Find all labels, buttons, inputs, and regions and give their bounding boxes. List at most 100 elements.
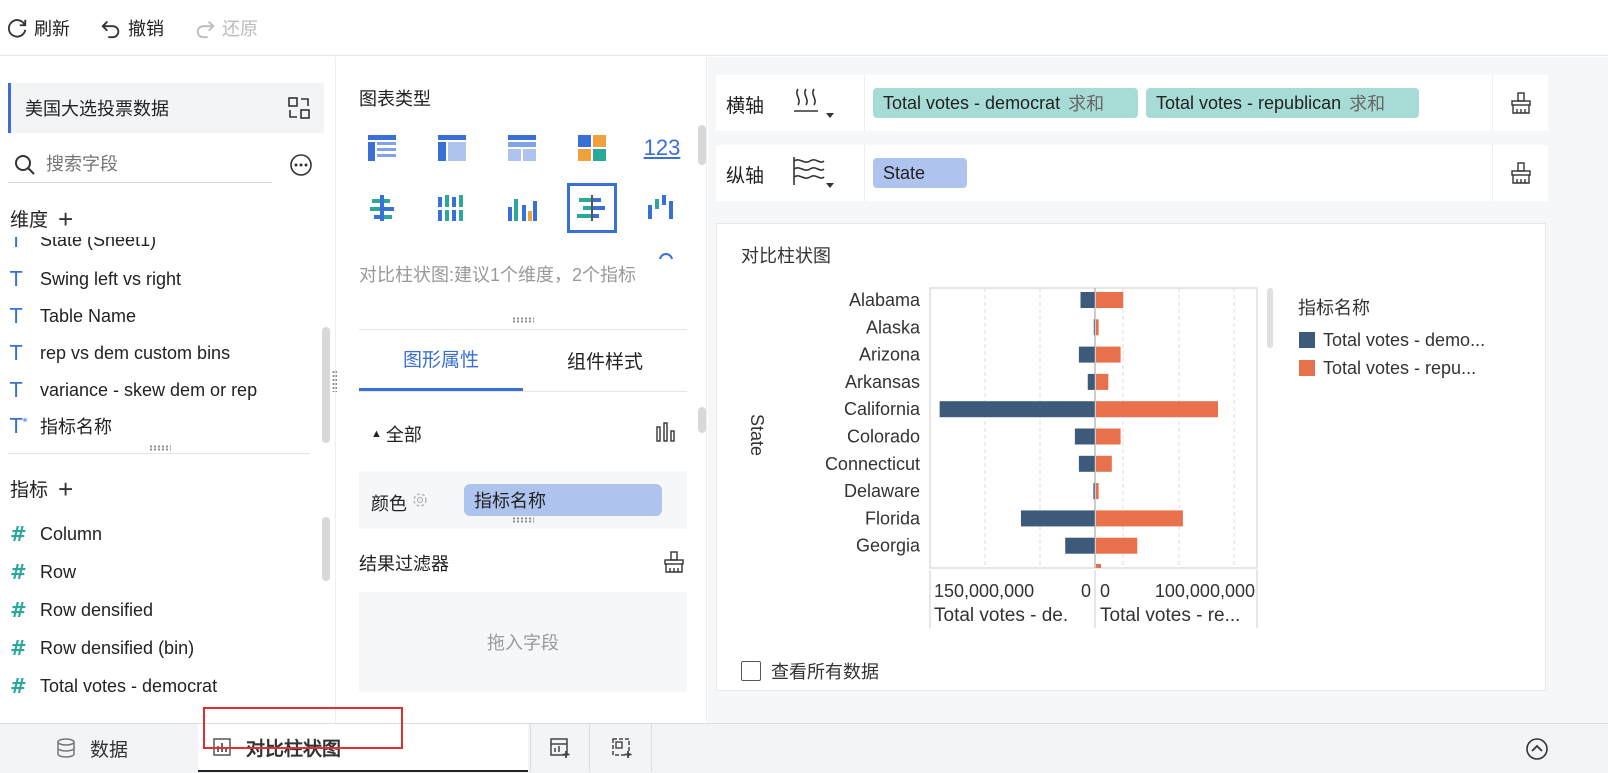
filter-drop-zone[interactable]: 拖入字段	[359, 592, 687, 692]
redo-button[interactable]: 还原	[194, 15, 258, 41]
y-axis-sort-icon[interactable]	[790, 155, 836, 191]
splitter-handle[interactable]	[512, 317, 534, 323]
field-search	[8, 147, 272, 183]
bar-chart-settings-icon[interactable]	[655, 421, 677, 443]
measure-item[interactable]: # Row densified	[10, 595, 153, 625]
waterfall-chart-icon[interactable]	[637, 183, 687, 233]
hash-icon: #	[10, 598, 27, 622]
gear-icon[interactable]	[411, 491, 429, 509]
add-measure-icon[interactable]: +	[58, 476, 73, 502]
more-chart-icons	[359, 253, 679, 259]
x-field-pill[interactable]: Total votes - republican 求和	[1146, 88, 1419, 118]
bar-republican	[1096, 483, 1099, 500]
chart-hint: 对比柱状图:建议1个维度，2个指标	[359, 265, 637, 285]
bar-republican	[1096, 292, 1124, 308]
x-axis-clear-button[interactable]	[1492, 75, 1548, 131]
result-filter-title: 结果过滤器	[359, 554, 449, 574]
legend-title: 指标名称	[1298, 298, 1370, 318]
category-label: Connecticut	[825, 454, 920, 474]
group-table-chart-icon[interactable]	[427, 123, 477, 173]
column-chart-icon[interactable]	[497, 183, 547, 233]
caret-down-icon: ▲	[371, 428, 382, 440]
checkbox[interactable]	[741, 661, 761, 681]
cross-table-chart-icon[interactable]	[497, 123, 547, 173]
x-axis-sort-icon[interactable]	[790, 85, 836, 121]
add-component-button[interactable]	[530, 724, 590, 772]
y-axis-title: State	[747, 414, 767, 456]
refresh-button[interactable]: 刷新	[6, 15, 70, 41]
tab-graphic-properties[interactable]: 图形属性	[359, 329, 523, 391]
refresh-icon	[8, 19, 27, 38]
category-label: Alaska	[866, 317, 921, 337]
y-field-pill[interactable]: State	[873, 158, 967, 188]
switch-dataset-icon[interactable]	[286, 95, 312, 121]
more-options-icon[interactable]	[289, 153, 313, 177]
all-section-toggle[interactable]: ▲ 全部	[371, 421, 422, 447]
dimension-item[interactable]: T Swing left vs right	[10, 264, 181, 294]
tab-component-style[interactable]: 组件样式	[523, 329, 687, 391]
bar-republican-partial	[1096, 564, 1101, 568]
property-scrollbar[interactable]	[698, 407, 706, 433]
bar-republican	[1096, 428, 1121, 445]
measure-item[interactable]: # Total votes - democrat	[10, 671, 217, 701]
view-all-data-checkbox[interactable]: 查看所有数据	[741, 658, 879, 684]
dimension-item[interactable]: T State (Sheet1)	[10, 237, 156, 255]
measure-item[interactable]: # Column	[10, 519, 102, 549]
undo-button[interactable]: 撤销	[100, 15, 164, 41]
dimension-item[interactable]: T* 指标名称	[10, 411, 112, 437]
kpi-chart-icon[interactable]: 123	[637, 123, 687, 173]
text-star-icon: T*	[10, 414, 28, 437]
hash-icon: #	[10, 636, 27, 660]
bar-democrat	[1078, 346, 1095, 363]
y-axis-drop-zone[interactable]: State	[864, 145, 1492, 201]
collapse-up-icon[interactable]	[1525, 737, 1549, 761]
chart-card: 对比柱状图 Alabama Alaska Arizona Arkansas Califo…	[716, 223, 1546, 691]
dimension-item[interactable]: Trep vs dem custom bins	[10, 338, 230, 368]
add-chart-icon	[550, 738, 570, 758]
x-axis-drop-zone[interactable]: Total votes - democrat 求和 Total votes - r…	[864, 75, 1492, 131]
tab-data-label: 数据	[90, 739, 129, 761]
splitter-handle[interactable]	[512, 517, 534, 523]
measure-item[interactable]: # Row	[10, 557, 76, 587]
database-icon	[57, 738, 75, 758]
dimension-item[interactable]: Tvariance - skew dem or rep	[10, 375, 257, 405]
chart-config-panel: 图表类型 123 对比柱状图:建议1个维度，2个指标 图形属性 组件样式 ▲ 全…	[337, 57, 707, 723]
text-icon: T	[10, 341, 23, 365]
legend-scrollbar	[1267, 288, 1273, 348]
color-field-pill[interactable]: 指标名称	[464, 484, 662, 516]
detail-table-chart-icon[interactable]	[357, 123, 407, 173]
chart-type-scrollbar[interactable]	[698, 125, 706, 165]
legend-item: Total votes - repu...	[1323, 358, 1476, 378]
category-label: Alabama	[849, 290, 921, 310]
measure-scrollbar[interactable]	[322, 517, 330, 581]
divider	[359, 391, 687, 392]
search-input[interactable]	[46, 154, 246, 175]
x-field-pill[interactable]: Total votes - democrat 求和	[873, 88, 1138, 118]
dimension-item[interactable]: T Table Name	[10, 301, 136, 331]
dimensions-header: 维度 +	[10, 205, 73, 232]
text-icon: T	[10, 267, 23, 291]
x-axis-title-right: Total votes - re...	[1100, 605, 1240, 626]
comparison-bar-chart-icon[interactable]	[567, 183, 617, 233]
dataset-selector[interactable]: 美国大选投票数据	[8, 83, 324, 133]
stacked-column-chart-icon[interactable]	[427, 183, 477, 233]
category-label: Georgia	[856, 536, 921, 556]
dimension-scrollbar[interactable]	[322, 327, 330, 443]
add-dashboard-button[interactable]	[592, 724, 652, 772]
tab-data[interactable]: 数据	[56, 724, 128, 772]
x-axis-label: 横轴	[726, 96, 765, 117]
y-axis-clear-button[interactable]	[1492, 145, 1548, 201]
dashboard-chart-icon[interactable]	[567, 123, 617, 173]
add-dimension-icon[interactable]: +	[58, 206, 73, 232]
category-label: California	[844, 399, 921, 419]
text-icon: T	[10, 237, 23, 252]
highlight-box	[203, 707, 403, 749]
measure-item[interactable]: # Row densified (bin)	[10, 633, 194, 663]
bar-democrat	[1080, 292, 1095, 308]
diverging-bar-chart-icon[interactable]	[357, 183, 407, 233]
chart-canvas-area: 横轴 Total votes - democrat 求和 Total votes …	[708, 57, 1608, 723]
splitter-handle[interactable]	[149, 445, 171, 451]
measures-title: 指标	[10, 480, 49, 501]
clear-filter-icon[interactable]	[662, 550, 686, 574]
add-dashboard-icon	[611, 738, 631, 758]
